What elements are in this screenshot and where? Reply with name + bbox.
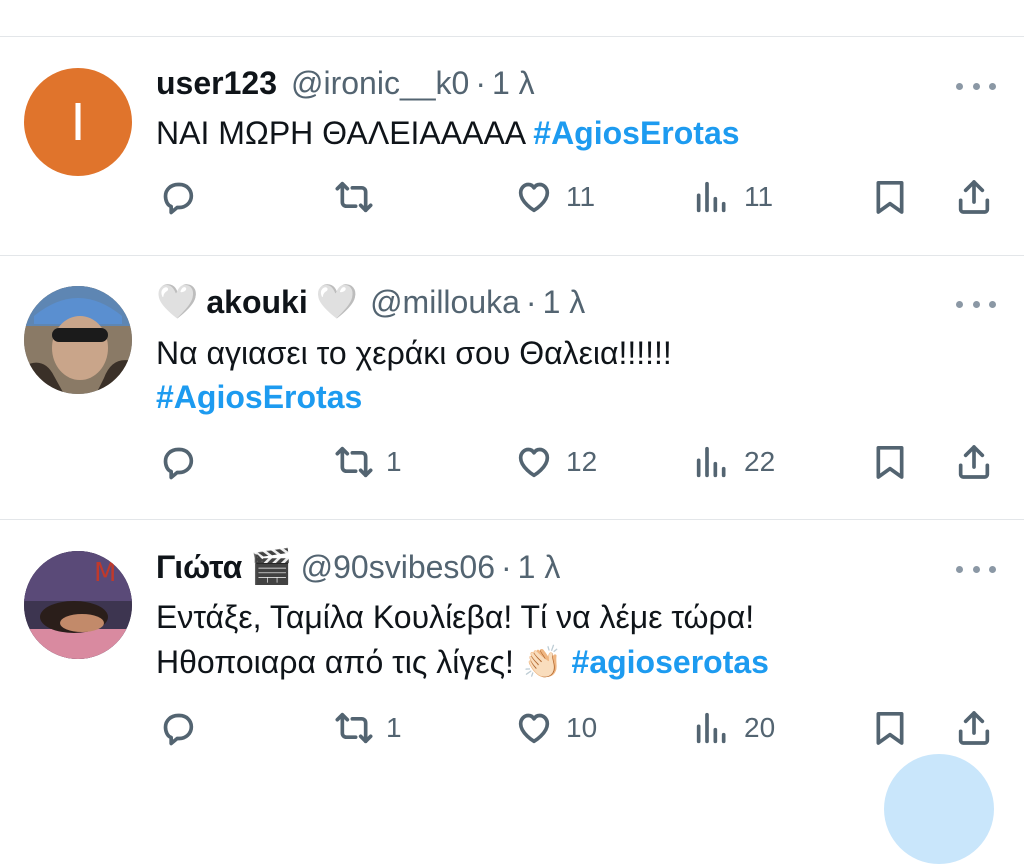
views-icon	[696, 181, 726, 213]
timestamp[interactable]: 1 λ	[492, 65, 535, 102]
timestamp[interactable]: 1 λ	[518, 549, 561, 586]
name-emoji: 🎬	[250, 548, 293, 586]
tweet-text-line: Εντάξε, Ταμίλα Κουλίεβα! Τί να λέμε τώρα…	[156, 599, 755, 635]
share-button[interactable]	[954, 440, 994, 484]
retweet-button[interactable]: 1	[334, 706, 402, 750]
bookmark-button[interactable]	[870, 440, 910, 484]
hashtag-link[interactable]: #agioserotas	[572, 644, 769, 680]
views-icon	[696, 712, 726, 744]
retweet-button[interactable]: 1	[334, 440, 402, 484]
tweet-text: #AgiosErotas	[156, 376, 362, 418]
hashtag-link[interactable]: #AgiosErotas	[533, 115, 739, 151]
separator-dot: ·	[475, 64, 486, 101]
like-count: 12	[566, 446, 598, 477]
reply-button[interactable]	[158, 175, 198, 219]
avatar[interactable]: I	[24, 68, 132, 176]
tweet-text-line: Ηθοποιαρα από τις λίγες! 👏🏻	[156, 644, 572, 680]
avatar[interactable]	[24, 286, 132, 394]
avatar-letter: I	[70, 92, 86, 152]
reply-icon	[163, 447, 194, 480]
tweet-actions: 1 10 20	[0, 706, 1024, 750]
separator-dot: ·	[501, 548, 512, 585]
heart-icon	[518, 182, 550, 213]
user-handle[interactable]: @ironic__k0	[291, 65, 469, 102]
avatar[interactable]: M	[24, 551, 132, 659]
views-count: 11	[744, 181, 774, 212]
reply-icon	[163, 182, 194, 215]
name-emoji: 🤍	[156, 283, 199, 321]
like-count: 10	[566, 712, 598, 743]
bookmark-icon	[876, 446, 904, 479]
tweet-actions: 1 12 22	[0, 440, 1024, 484]
views-button[interactable]: 20	[692, 706, 775, 750]
views-button[interactable]: 11	[692, 175, 773, 219]
share-icon	[958, 445, 990, 479]
retweet-icon	[335, 181, 373, 213]
user-handle[interactable]: @millouka	[370, 284, 520, 321]
bookmark-button[interactable]	[870, 175, 910, 219]
retweet-icon	[335, 446, 373, 478]
retweet-icon	[335, 712, 373, 744]
views-icon	[696, 446, 726, 478]
share-button[interactable]	[954, 175, 994, 219]
tweet-text: Να αγιασει το χεράκι σου Θαλεια!!!!!!	[156, 332, 672, 374]
reply-button[interactable]	[158, 706, 198, 750]
reply-icon	[163, 713, 194, 746]
retweet-count: 1	[386, 446, 402, 477]
tweet[interactable]: 🤍 akouki 🤍 @millouka · 1 λ Να αγιασει το…	[0, 256, 1024, 519]
tweet-header: 🤍 akouki 🤍 @millouka · 1 λ	[156, 282, 585, 322]
name-emoji: 🤍	[315, 283, 359, 321]
heart-icon	[518, 713, 550, 744]
views-button[interactable]: 22	[692, 440, 775, 484]
display-name[interactable]: user123	[156, 65, 277, 102]
share-icon	[958, 180, 990, 214]
like-button[interactable]: 12	[514, 440, 597, 484]
tweet-text: Ηθοποιαρα από τις λίγες! 👏🏻 #agioserotas	[156, 641, 769, 683]
timestamp[interactable]: 1 λ	[543, 284, 586, 321]
share-button[interactable]	[954, 706, 994, 750]
compose-fab-edge[interactable]	[884, 754, 994, 864]
svg-text:M: M	[94, 558, 116, 588]
display-name[interactable]: akouki	[206, 284, 307, 321]
tweet[interactable]: I user123 @ironic__k0 · 1 λ ΝΑΙ ΜΩΡΗ ΘΑΛ…	[0, 0, 1024, 255]
like-button[interactable]: 10	[514, 706, 597, 750]
tweet-text-line: Να αγιασει το χεράκι σου Θαλεια!!!!!!	[156, 335, 672, 371]
avatar-photo	[24, 286, 132, 394]
like-count: 11	[566, 181, 596, 212]
bookmark-icon	[876, 712, 904, 745]
tweet-actions: 11 11	[0, 175, 1024, 219]
tweet-text: Εντάξε, Ταμίλα Κουλίεβα! Τί να λέμε τώρα…	[156, 596, 754, 638]
retweet-count: 1	[386, 712, 402, 743]
display-name[interactable]: Γιώτα	[156, 549, 242, 586]
more-icon[interactable]	[956, 294, 996, 314]
hashtag-link[interactable]: #AgiosErotas	[156, 379, 362, 415]
heart-icon	[518, 447, 550, 478]
separator-dot: ·	[525, 283, 537, 320]
more-icon[interactable]	[956, 76, 996, 96]
tweet-text-line: ΝΑΙ ΜΩΡΗ ΘΑΛΕΙΑΑΑΑΑ	[156, 115, 534, 151]
bookmark-icon	[876, 181, 904, 214]
views-count: 22	[744, 446, 776, 477]
retweet-button[interactable]	[334, 175, 386, 219]
user-handle[interactable]: @90svibes06	[301, 549, 495, 586]
share-icon	[958, 711, 990, 745]
more-icon[interactable]	[956, 559, 996, 579]
tweet-header: Γιώτα 🎬 @90svibes06 · 1 λ	[156, 547, 560, 587]
tweet[interactable]: M Γιώτα 🎬 @90svibes06 · 1 λ Εντάξε, Ταμί…	[0, 520, 1024, 761]
tweet-text: ΝΑΙ ΜΩΡΗ ΘΑΛΕΙΑΑΑΑΑ #AgiosErotas	[156, 112, 740, 154]
like-button[interactable]: 11	[514, 175, 595, 219]
tweet-header: user123 @ironic__k0 · 1 λ	[156, 63, 535, 103]
avatar-photo: M	[24, 551, 132, 659]
views-count: 20	[744, 712, 776, 743]
reply-button[interactable]	[158, 440, 198, 484]
bookmark-button[interactable]	[870, 706, 910, 750]
